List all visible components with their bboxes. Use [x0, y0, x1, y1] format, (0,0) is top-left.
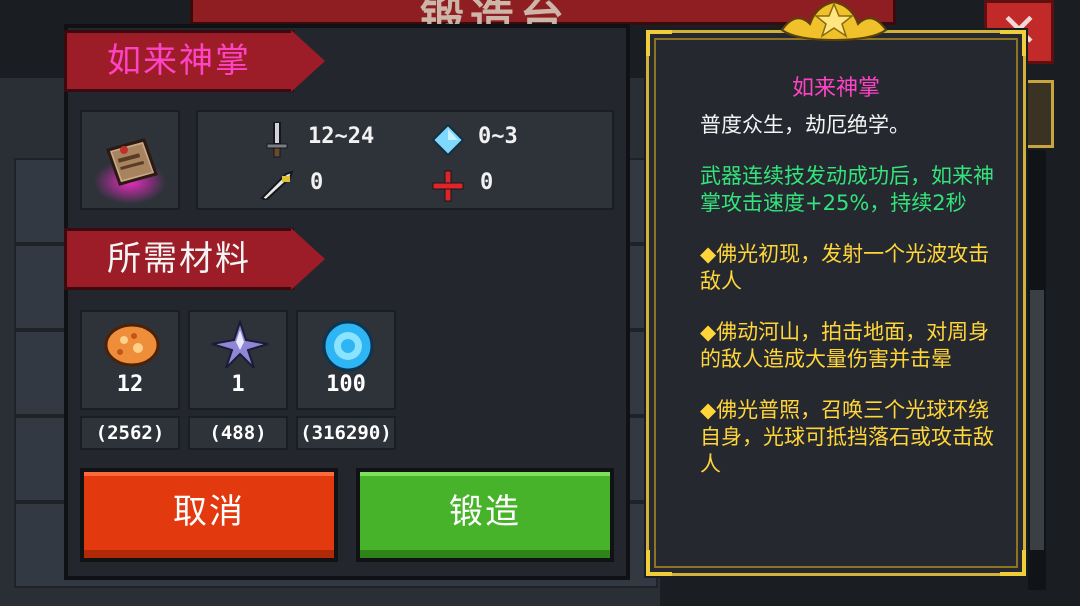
sword-icon	[266, 122, 288, 158]
material-slot: 100	[296, 310, 396, 410]
crown-star-icon	[780, 0, 888, 42]
flavor-text: 普度众生，劫厄绝学。	[700, 113, 910, 137]
crit-value: 0	[480, 170, 494, 195]
description-title: 如来神掌	[791, 76, 880, 101]
material-slot: 1	[188, 310, 288, 410]
energy-crystal-icon	[432, 124, 464, 156]
material-slot: 12	[80, 310, 180, 410]
frame-corner	[646, 550, 672, 576]
weapon-stats-panel: 12~24 0~3 0 0	[196, 110, 614, 210]
skill-text: ◆佛动河山，拍击地面，对周身的敌人造成大量伤害并击晕	[700, 320, 990, 371]
weapon-name: 如来神掌	[107, 41, 251, 81]
ore-icon	[104, 323, 160, 367]
skill-text: ◆佛光初现，发射一个光波攻击敌人	[700, 242, 990, 293]
cancel-button[interactable]: 取消	[80, 468, 338, 562]
damage-value: 12~24	[308, 124, 375, 149]
scrollbar-thumb[interactable]	[1030, 290, 1044, 550]
material-count: 12	[116, 372, 144, 397]
material-owned: (2562)	[80, 416, 180, 450]
energy-value: 0~3	[478, 124, 518, 149]
crystal-shard-icon	[211, 320, 269, 369]
combo-bonus-text: 武器连续技发动成功后，如来神掌攻击速度+25%，持续2秒	[700, 164, 994, 215]
forge-button[interactable]: 锻造	[356, 468, 614, 562]
materials-header: 所需材料	[107, 239, 251, 279]
weapon-name-ribbon: 如来神掌	[64, 30, 325, 92]
material-owned: (316290)	[296, 416, 396, 450]
blue-gem-icon	[322, 320, 374, 372]
materials-ribbon: 所需材料	[64, 228, 325, 290]
frame-corner	[646, 30, 672, 56]
scroll-icon	[94, 138, 166, 204]
frame-corner	[1000, 30, 1026, 56]
material-owned: (488)	[188, 416, 288, 450]
material-count: 100	[326, 372, 366, 397]
weapon-icon-slot	[80, 110, 180, 210]
frame-corner	[1000, 550, 1026, 576]
description-scroll-area[interactable]: 普度众生，劫厄绝学。 武器连续技发动成功后，如来神掌攻击速度+25%，持续2秒 …	[700, 112, 1000, 538]
skill-text: ◆佛光普照，召唤三个光球环绕自身，光球可抵挡落石或攻击敌人	[700, 398, 994, 476]
accuracy-value: 0	[310, 170, 324, 195]
accuracy-icon	[260, 170, 294, 200]
crit-crosshair-icon	[432, 170, 464, 202]
material-count: 1	[231, 372, 245, 397]
